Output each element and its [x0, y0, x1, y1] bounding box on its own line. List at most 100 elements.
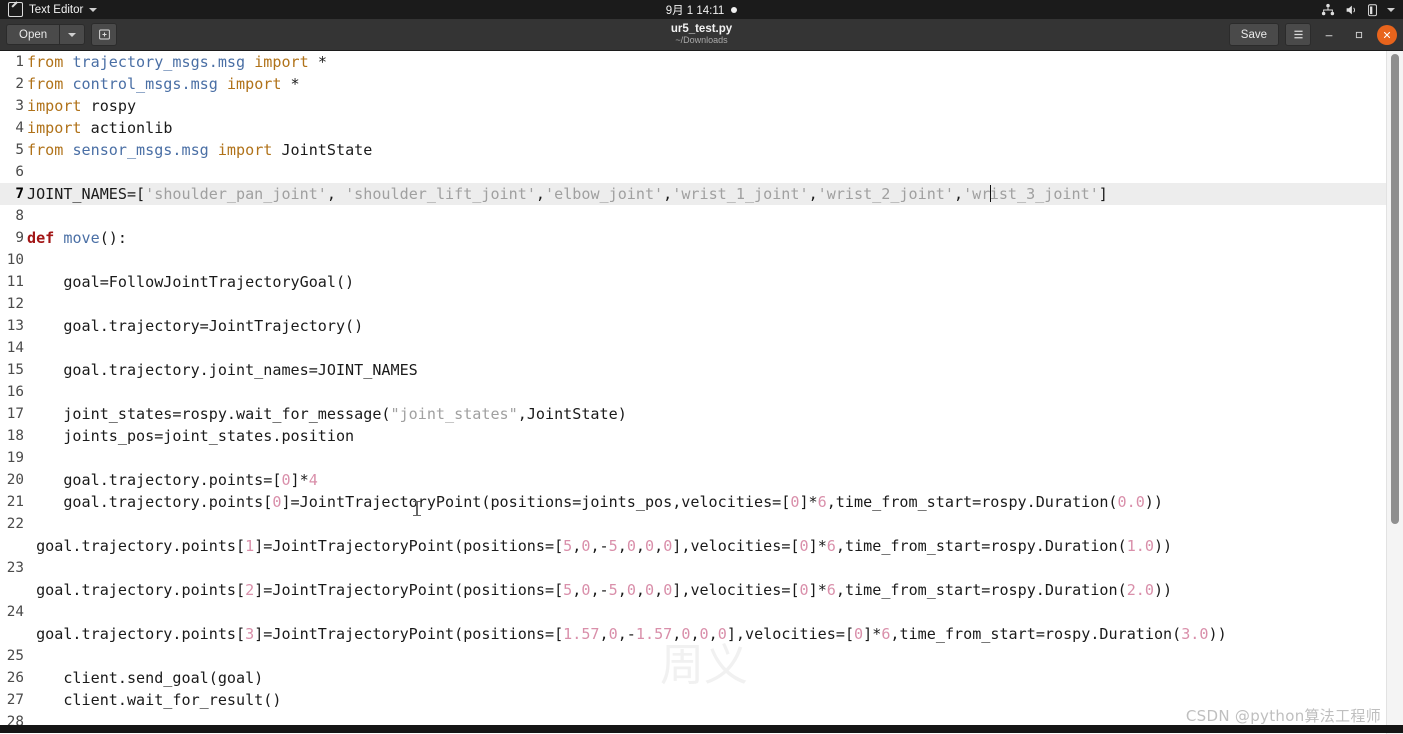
open-dropdown-caret-icon[interactable] — [59, 24, 85, 45]
vertical-scrollbar-thumb[interactable] — [1391, 54, 1399, 524]
code-token: import — [27, 97, 82, 115]
code-token: 0 — [627, 581, 636, 599]
code-token: def — [27, 229, 63, 247]
code-text — [27, 601, 1387, 623]
code-token: 'shoulder_lift_joint' — [345, 185, 536, 203]
code-token: )) — [1208, 625, 1226, 643]
code-line[interactable]: 26 client.send_goal(goal) — [0, 667, 1387, 689]
battery-icon[interactable] — [1367, 3, 1378, 17]
notification-dot-icon — [731, 7, 737, 13]
close-button[interactable] — [1377, 25, 1397, 45]
document-path: ~/Downloads — [675, 36, 727, 45]
system-indicators[interactable] — [1321, 0, 1395, 19]
open-button[interactable]: Open — [6, 24, 59, 45]
code-line[interactable]: 10 — [0, 249, 1387, 271]
code-line[interactable]: 6 — [0, 161, 1387, 183]
vertical-scrollbar[interactable] — [1386, 51, 1403, 734]
code-token: 5 — [609, 581, 618, 599]
code-text: goal.trajectory.joint_names=JOINT_NAMES — [27, 359, 1387, 381]
code-token: goal.trajectory.points[ — [27, 581, 245, 599]
open-button-group[interactable]: Open — [6, 24, 85, 45]
code-token: 0.0 — [1118, 493, 1145, 511]
code-line[interactable]: goal.trajectory.points[2]=JointTrajector… — [0, 579, 1387, 601]
code-text: from control_msgs.msg import * — [27, 73, 1387, 95]
code-token: , — [536, 185, 545, 203]
code-token: 0 — [645, 581, 654, 599]
code-line[interactable]: 20 goal.trajectory.points=[0]*4 — [0, 469, 1387, 491]
code-token: , — [600, 625, 609, 643]
code-line[interactable]: 17 joint_states=rospy.wait_for_message("… — [0, 403, 1387, 425]
code-token: 5 — [563, 537, 572, 555]
line-number: 21 — [0, 491, 27, 513]
code-line[interactable]: 13 goal.trajectory=JointTrajectory() — [0, 315, 1387, 337]
code-line[interactable]: 27 client.wait_for_result() — [0, 689, 1387, 711]
editor-area[interactable]: 周义 1from trajectory_msgs.msg import *2fr… — [0, 51, 1403, 734]
code-line[interactable]: 2from control_msgs.msg import * — [0, 73, 1387, 95]
code-line[interactable]: 21 goal.trajectory.points[0]=JointTrajec… — [0, 491, 1387, 513]
code-line[interactable]: 1from trajectory_msgs.msg import * — [0, 51, 1387, 73]
code-token: ] — [1099, 185, 1108, 203]
code-line[interactable]: 19 — [0, 447, 1387, 469]
code-text: goal.trajectory.points[3]=JointTrajector… — [27, 623, 1387, 645]
new-document-button[interactable] — [91, 23, 117, 46]
code-text: import actionlib — [27, 117, 1387, 139]
volume-icon[interactable] — [1344, 3, 1358, 17]
code-line[interactable]: 7JOINT_NAMES=['shoulder_pan_joint', 'sho… — [0, 183, 1387, 205]
maximize-button[interactable] — [1347, 23, 1371, 47]
code-line[interactable]: 25 — [0, 645, 1387, 667]
code-token: from — [27, 141, 72, 159]
code-line[interactable]: 4import actionlib — [0, 117, 1387, 139]
code-token: ]=JointTrajectoryPoint(positions=[ — [254, 537, 563, 555]
window-title-block: ur5_test.py ~/Downloads — [0, 19, 1403, 50]
code-token: 0 — [663, 581, 672, 599]
code-line[interactable]: 23 — [0, 557, 1387, 579]
code-text — [27, 513, 1387, 535]
code-line[interactable]: 12 — [0, 293, 1387, 315]
hamburger-menu-button[interactable] — [1285, 23, 1311, 46]
code-line[interactable]: 24 — [0, 601, 1387, 623]
code-token: 5 — [609, 537, 618, 555]
line-number: 19 — [0, 447, 27, 469]
network-icon[interactable] — [1321, 3, 1335, 17]
code-token: )) — [1154, 581, 1172, 599]
code-token: ]* — [809, 581, 827, 599]
code-line[interactable]: goal.trajectory.points[3]=JointTrajector… — [0, 623, 1387, 645]
code-line[interactable]: 9def move(): — [0, 227, 1387, 249]
line-number: 8 — [0, 205, 27, 227]
app-menu[interactable]: Text Editor — [0, 2, 97, 17]
code-token: import — [27, 119, 82, 137]
code-line[interactable]: 22 — [0, 513, 1387, 535]
code-line[interactable]: 5from sensor_msgs.msg import JointState — [0, 139, 1387, 161]
code-line[interactable]: 15 goal.trajectory.joint_names=JOINT_NAM… — [0, 359, 1387, 381]
code-token: , — [663, 185, 672, 203]
code-token: , — [618, 581, 627, 599]
code-line[interactable]: 16 — [0, 381, 1387, 403]
text-editor-icon — [8, 2, 23, 17]
code-token: ,JointState) — [518, 405, 627, 423]
hamburger-menu-icon — [1292, 28, 1305, 41]
line-number — [0, 623, 27, 645]
source-view[interactable]: 1from trajectory_msgs.msg import *2from … — [0, 51, 1387, 734]
line-number: 23 — [0, 557, 27, 579]
code-token: )) — [1154, 537, 1172, 555]
system-menu-caret-icon[interactable] — [1387, 8, 1395, 12]
minimize-button[interactable] — [1317, 23, 1341, 47]
app-menu-caret-icon[interactable] — [89, 8, 97, 12]
code-line[interactable]: 14 — [0, 337, 1387, 359]
save-button[interactable]: Save — [1229, 23, 1279, 46]
code-token: client.send_goal(goal) — [27, 669, 263, 687]
code-line[interactable]: goal.trajectory.points[1]=JointTrajector… — [0, 535, 1387, 557]
code-line[interactable]: 8 — [0, 205, 1387, 227]
code-token: from — [27, 75, 72, 93]
code-line[interactable]: 18 joints_pos=joint_states.position — [0, 425, 1387, 447]
code-token: 'shoulder_pan_joint' — [145, 185, 327, 203]
code-line[interactable]: 3import rospy — [0, 95, 1387, 117]
line-number: 22 — [0, 513, 27, 535]
code-text: from trajectory_msgs.msg import * — [27, 51, 1387, 73]
line-number: 25 — [0, 645, 27, 667]
line-number: 14 — [0, 337, 27, 359]
code-token: 0 — [627, 537, 636, 555]
clock-area[interactable]: 9月 1 14:11 — [0, 0, 1403, 19]
code-line[interactable]: 11 goal=FollowJointTrajectoryGoal() — [0, 271, 1387, 293]
code-token: goal.trajectory.points[ — [27, 625, 245, 643]
